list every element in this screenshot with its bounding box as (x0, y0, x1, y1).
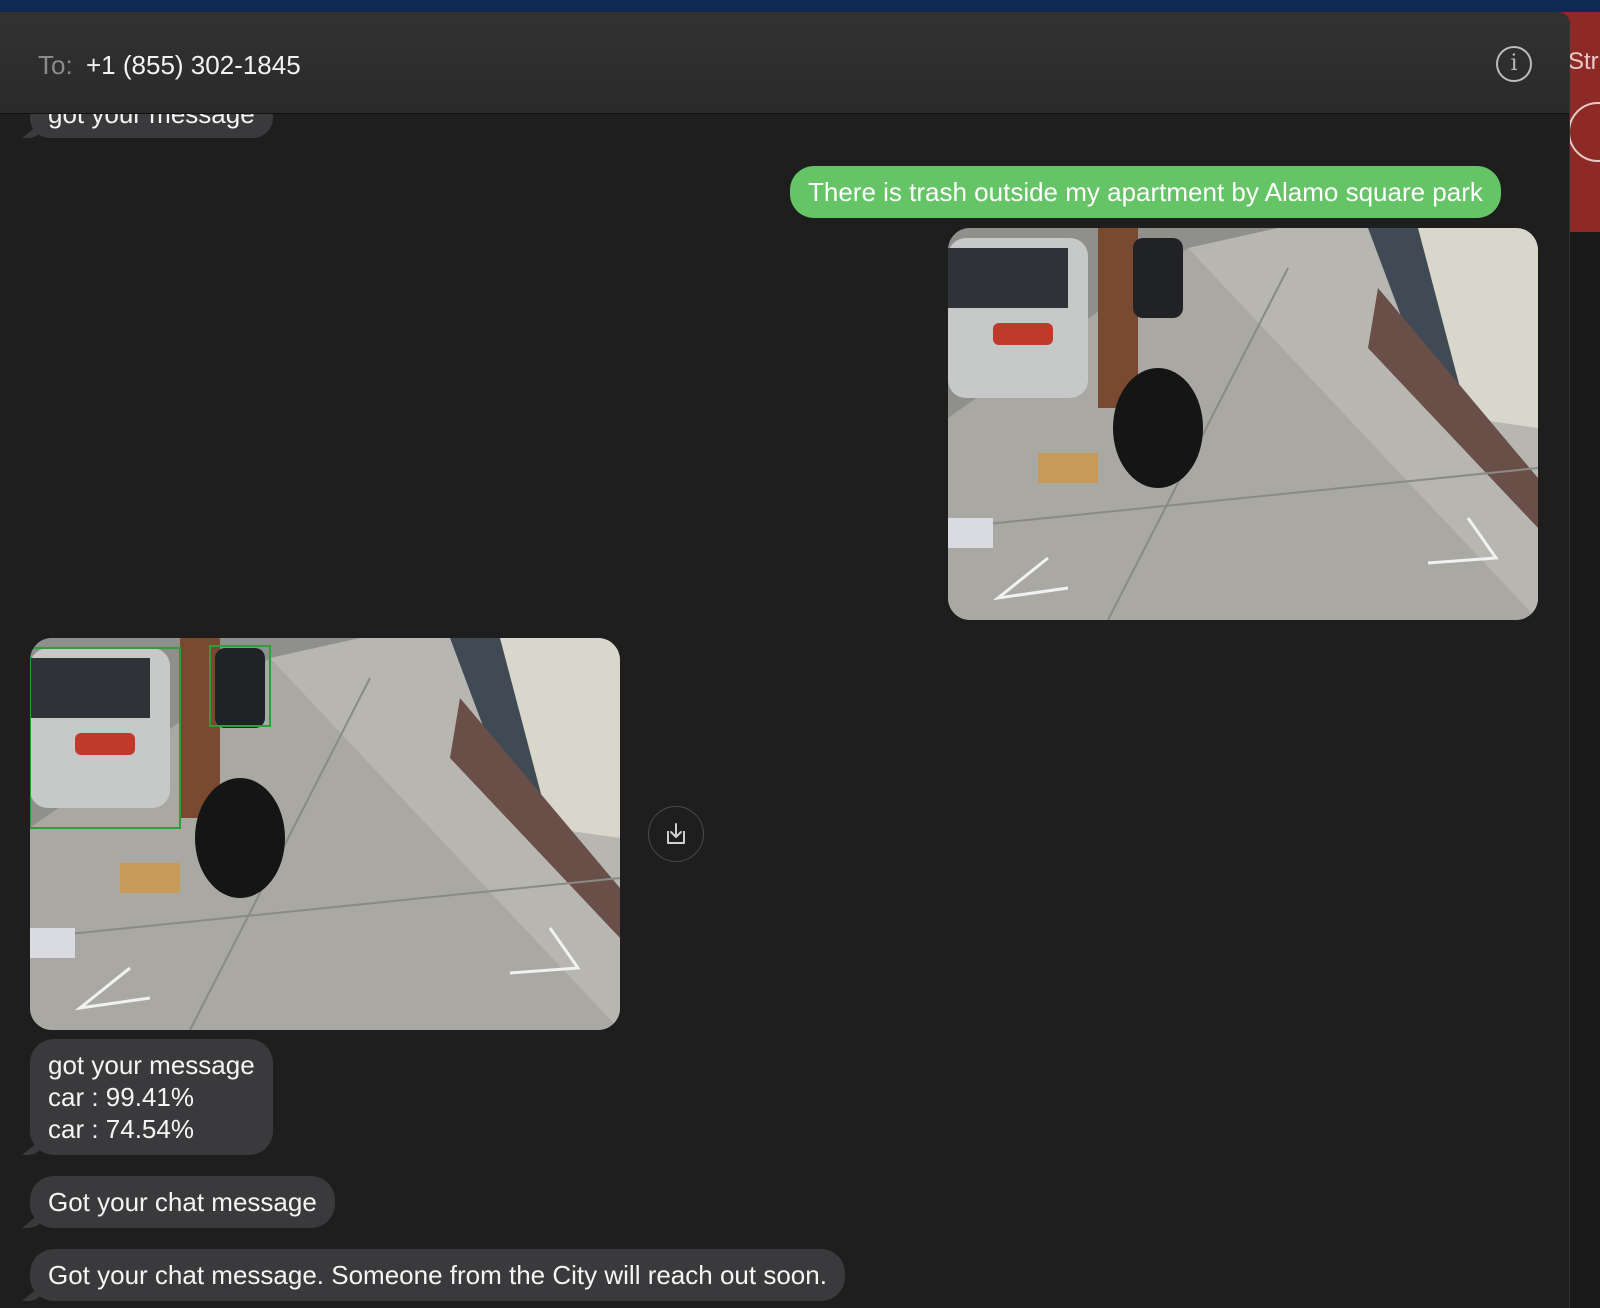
desktop-background (0, 0, 1600, 12)
background-app-text: Str (1568, 48, 1599, 75)
info-icon[interactable]: i (1496, 46, 1532, 82)
save-photo-button[interactable] (648, 806, 704, 862)
incoming-message[interactable]: got your message car : 99.41% car : 74.5… (30, 1039, 273, 1155)
incoming-message[interactable]: Got your chat message (30, 1176, 335, 1228)
messages-window: To: +1 (855) 302-1845 i got your message… (0, 12, 1570, 1308)
incoming-photo[interactable] (30, 638, 620, 1030)
incoming-message[interactable]: got your message (30, 114, 273, 138)
message-thread[interactable]: got your message There is trash outside … (0, 114, 1569, 1308)
street-photo-image (948, 228, 1538, 620)
recipient-field[interactable]: +1 (855) 302-1845 (86, 50, 301, 81)
outgoing-message[interactable]: There is trash outside my apartment by A… (790, 166, 1501, 218)
outgoing-photo[interactable] (948, 228, 1538, 620)
annotated-street-photo-image (30, 638, 620, 1030)
to-label: To: (38, 50, 73, 80)
incoming-message[interactable]: Got your chat message. Someone from the … (30, 1249, 845, 1301)
conversation-header: To: +1 (855) 302-1845 i (0, 12, 1569, 114)
save-download-icon (667, 823, 685, 844)
